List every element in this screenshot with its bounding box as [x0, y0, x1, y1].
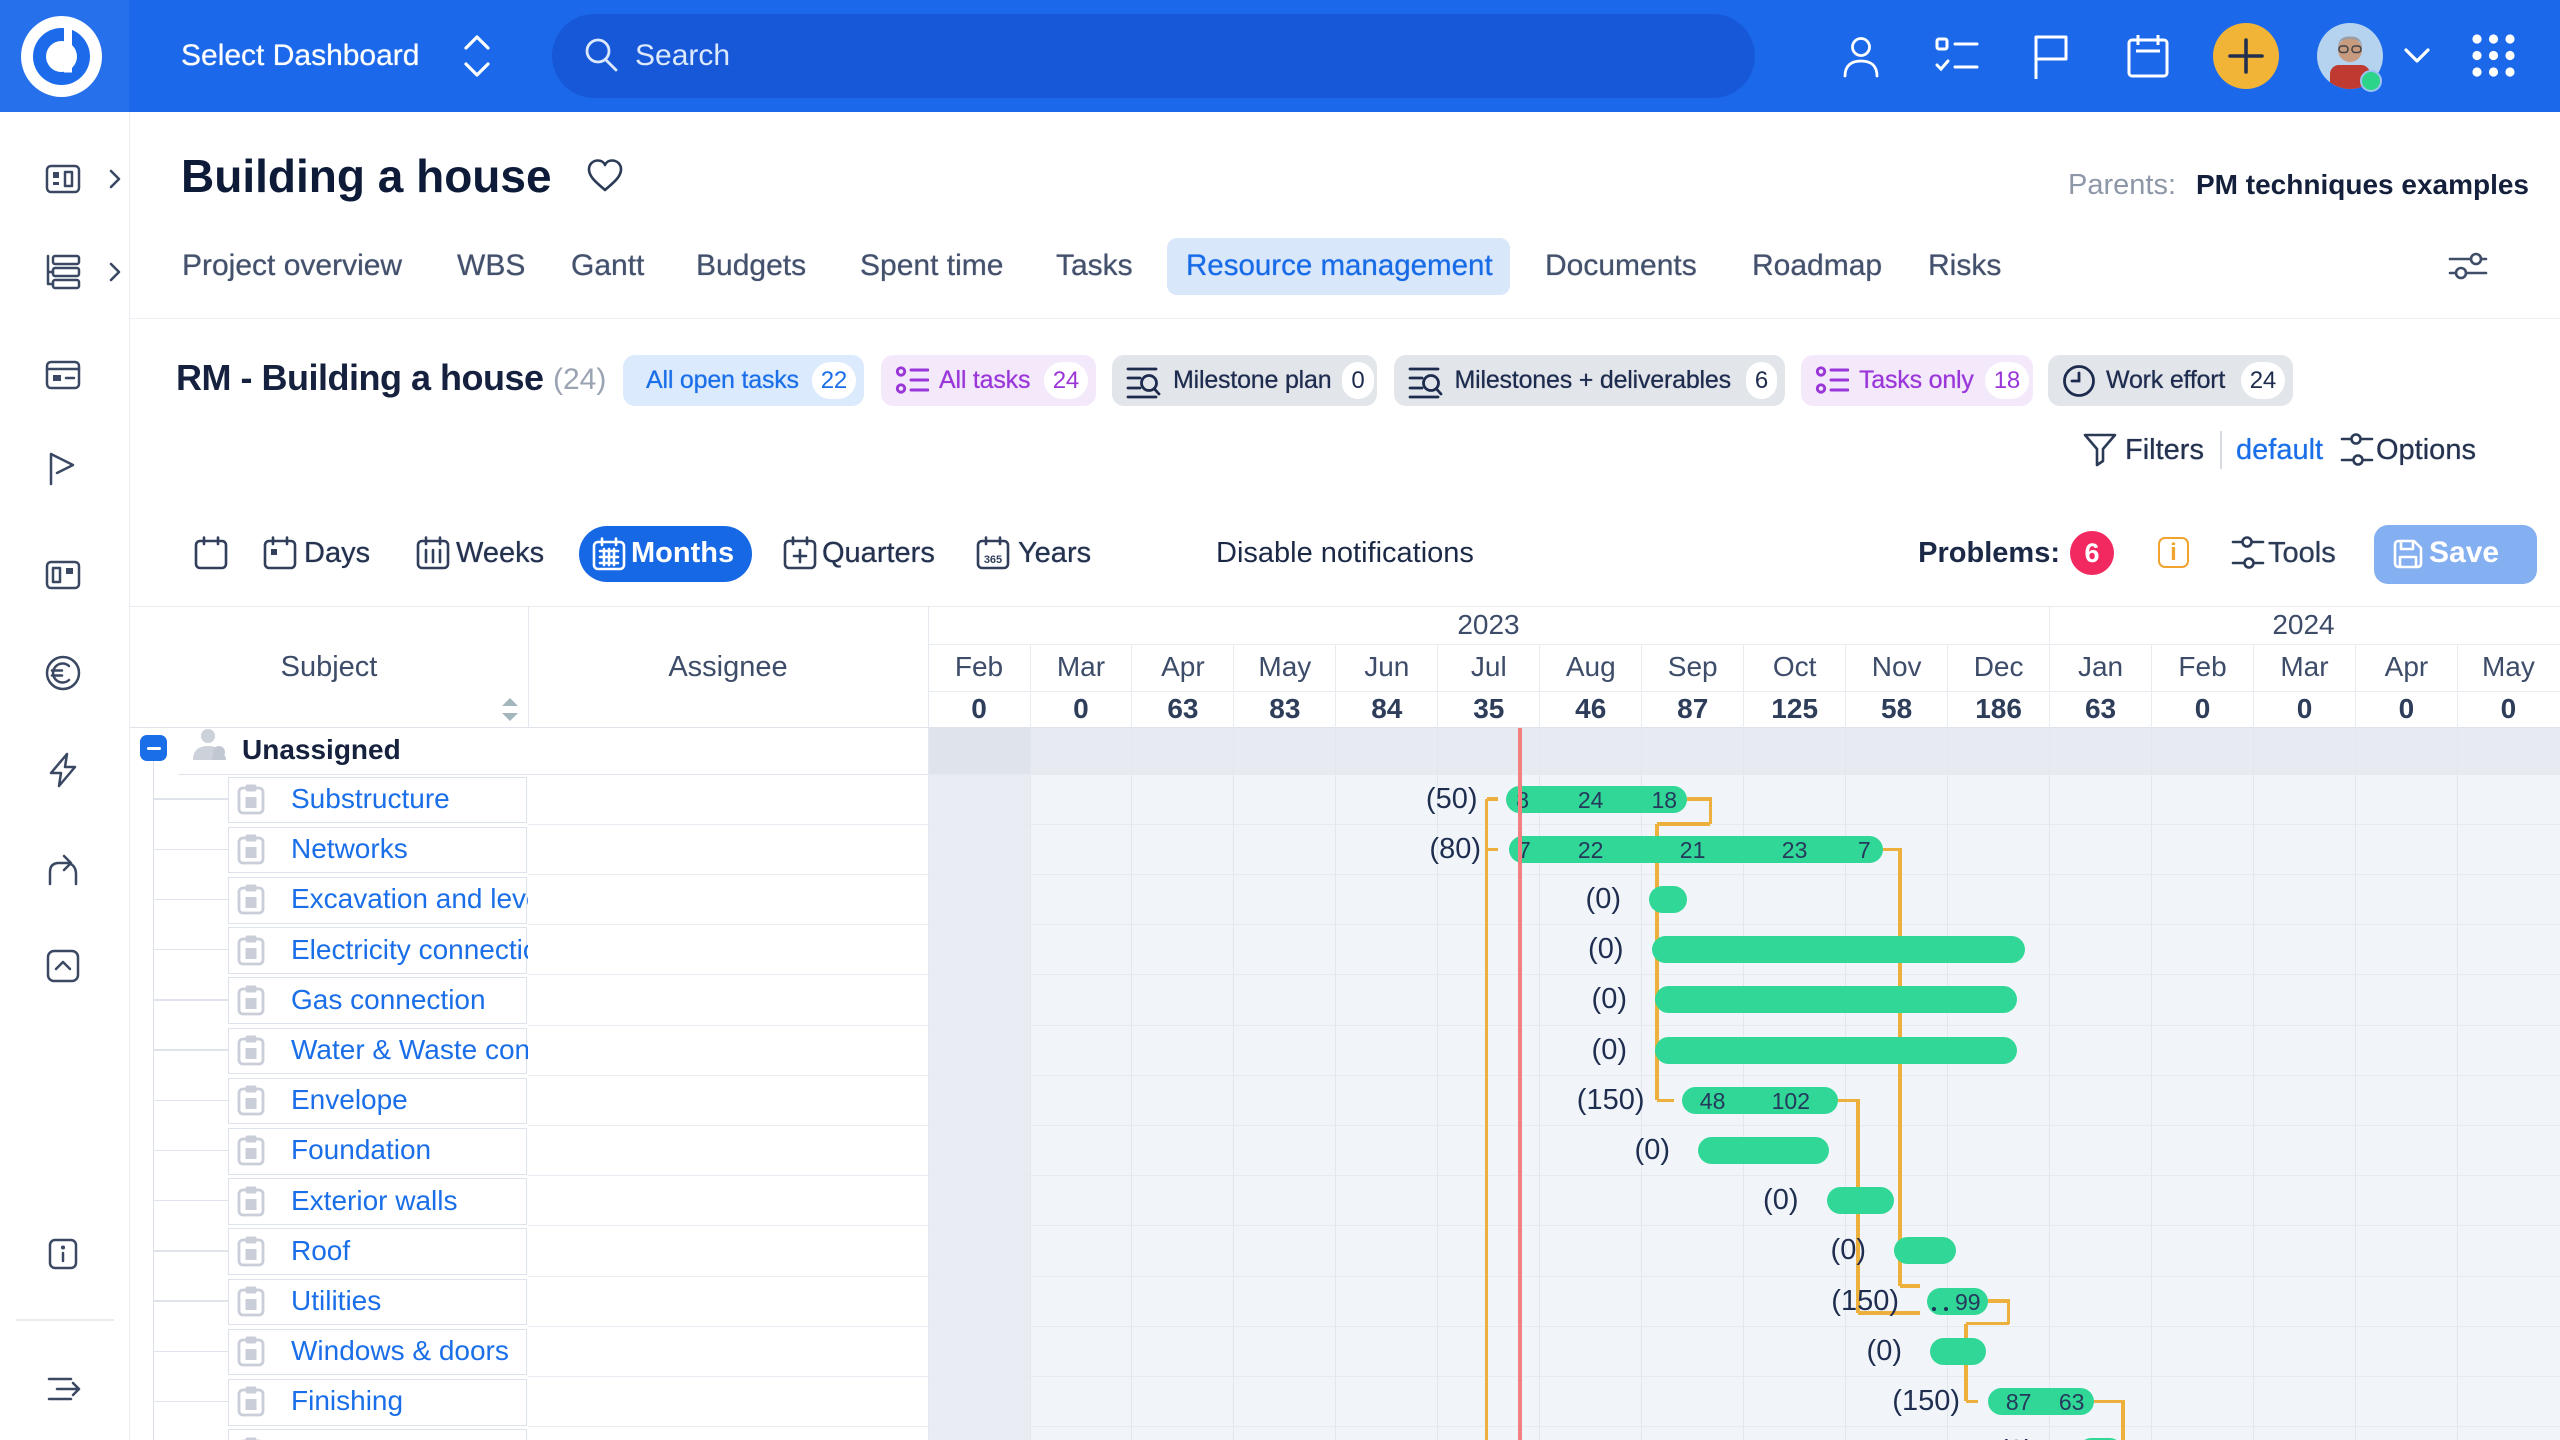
svg-text:365: 365: [984, 554, 1002, 566]
